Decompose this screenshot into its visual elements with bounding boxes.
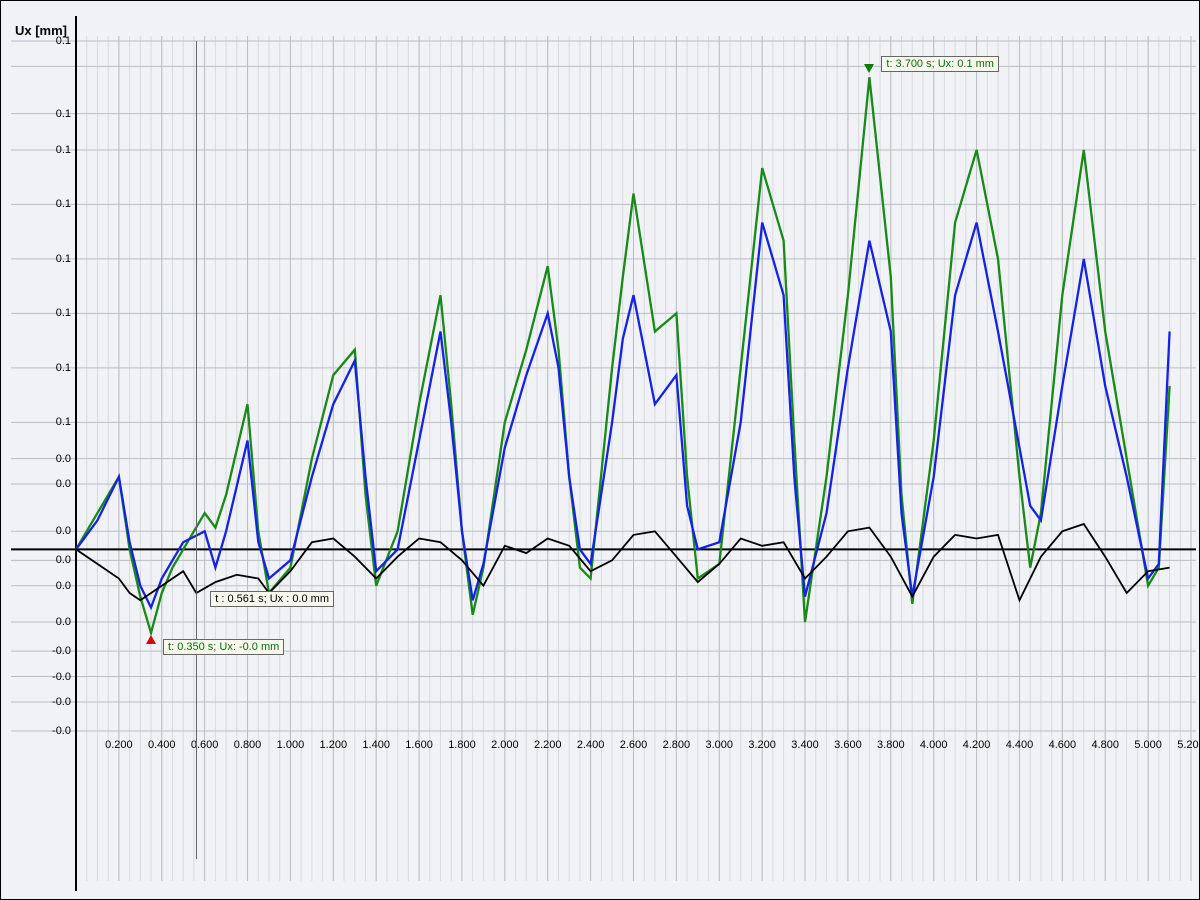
min-marker-icon bbox=[146, 635, 156, 644]
plot-area[interactable] bbox=[1, 1, 1200, 900]
y-tick-labels: 0.10.10.10.10.10.10.10.10.00.00.00.00.00… bbox=[1, 1, 71, 900]
max-marker-icon bbox=[864, 64, 874, 73]
callout-min[interactable]: t: 0.350 s; Ux: -0.0 mm bbox=[163, 639, 284, 655]
cursor-vertical-line bbox=[196, 41, 197, 859]
x-tick-labels: 0.2000.4000.6000.8001.0001.2001.4001.600… bbox=[1, 739, 1200, 759]
chart-container: Ux [mm] 0.10.10.10.10.10.10.10.10.00.00.… bbox=[0, 0, 1200, 900]
callout-cursor[interactable]: t : 0.561 s; Ux : 0.0 mm bbox=[210, 591, 334, 607]
callout-max[interactable]: t: 3.700 s; Ux: 0.1 mm bbox=[881, 56, 999, 72]
